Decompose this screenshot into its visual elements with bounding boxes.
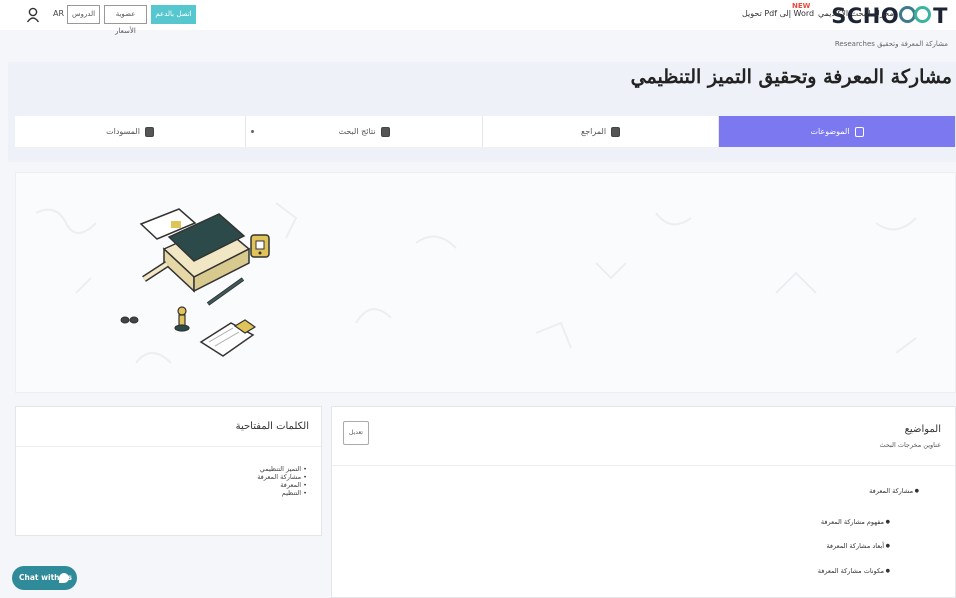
breadcrumb[interactable]: Researches مشاركة المعرفة وتحقيق: [835, 40, 948, 48]
top-bar: SCHO T محرك البحث الأكاديمي NEW تحويل Pdf…: [0, 0, 956, 35]
references-icon: [611, 126, 621, 137]
tab-bar: الموضوعات المراجع نتائج البحث المسودات: [15, 116, 956, 147]
tab-references-label: المراجع: [580, 127, 607, 136]
topic-item[interactable]: مكونات مشاركة المعرفة: [818, 567, 890, 575]
topics-divider: [332, 465, 955, 466]
edit-button[interactable]: تعديل: [343, 421, 369, 445]
topic-item[interactable]: مشاركة المعرفة: [869, 487, 919, 495]
tab-topics[interactable]: الموضوعات: [719, 116, 956, 147]
tab-results[interactable]: نتائج البحث: [246, 116, 483, 147]
logo-oo-icon: [899, 6, 933, 24]
keyword-item: مشاركة المعرفة: [257, 473, 307, 481]
keywords-title: الكلمات المفتاحية: [235, 421, 309, 432]
topics-subtitle: عناوين مخرجات البحث: [879, 441, 941, 449]
keyword-item: التنظيم: [257, 489, 307, 497]
keyword-item: المعرفة: [257, 481, 307, 489]
drafts-icon: [144, 126, 154, 137]
topics-icon: [854, 126, 864, 137]
tab-drafts-label: المسودات: [106, 127, 140, 136]
keywords-card: الكلمات المفتاحية التميز التنظيمي مشاركة…: [15, 406, 322, 536]
pricing-button[interactable]: عضوية الأسعار: [104, 5, 147, 35]
keywords-divider: [16, 446, 321, 447]
keyword-item: التميز التنظيمي: [257, 465, 307, 473]
tab-separator-dot: [251, 130, 254, 133]
tab-drafts[interactable]: المسودات: [15, 116, 246, 147]
nav-research-engine[interactable]: محرك البحث الأكاديمي: [818, 9, 894, 18]
topics-card: المواضيع عناوين مخرجات البحث تعديل مشارك…: [331, 406, 956, 598]
lessons-button[interactable]: الدروس: [67, 5, 100, 24]
page-title: مشاركة المعرفة وتحقيق التميز التنظيمي: [630, 66, 952, 88]
topic-item[interactable]: مفهوم مشاركة المعرفة: [821, 518, 890, 526]
results-icon: [380, 126, 390, 137]
contact-support-button[interactable]: اتصل بالدعم: [151, 5, 196, 24]
topics-title: المواضيع: [904, 424, 941, 435]
nav-pdf-to-word[interactable]: تحويل Pdf إلى Word: [742, 9, 814, 18]
illustration-panel: [15, 172, 956, 393]
header-band: مشاركة المعرفة وتحقيق التميز التنظيمي: [8, 62, 956, 162]
chat-button[interactable]: Chat with us: [12, 566, 77, 590]
tab-topics-label: الموضوعات: [810, 127, 850, 136]
chat-bubble-icon: [59, 573, 69, 583]
tab-results-label: نتائج البحث: [338, 127, 376, 136]
tab-references[interactable]: المراجع: [483, 116, 719, 147]
keywords-list: التميز التنظيمي مشاركة المعرفة المعرفة ا…: [257, 465, 307, 497]
topic-item[interactable]: أبعاد مشاركة المعرفة: [826, 542, 890, 550]
logo-text-tail: T: [933, 4, 948, 28]
research-illustration: [35, 202, 917, 364]
user-icon[interactable]: [26, 7, 40, 23]
language-switch[interactable]: AR: [53, 9, 64, 18]
